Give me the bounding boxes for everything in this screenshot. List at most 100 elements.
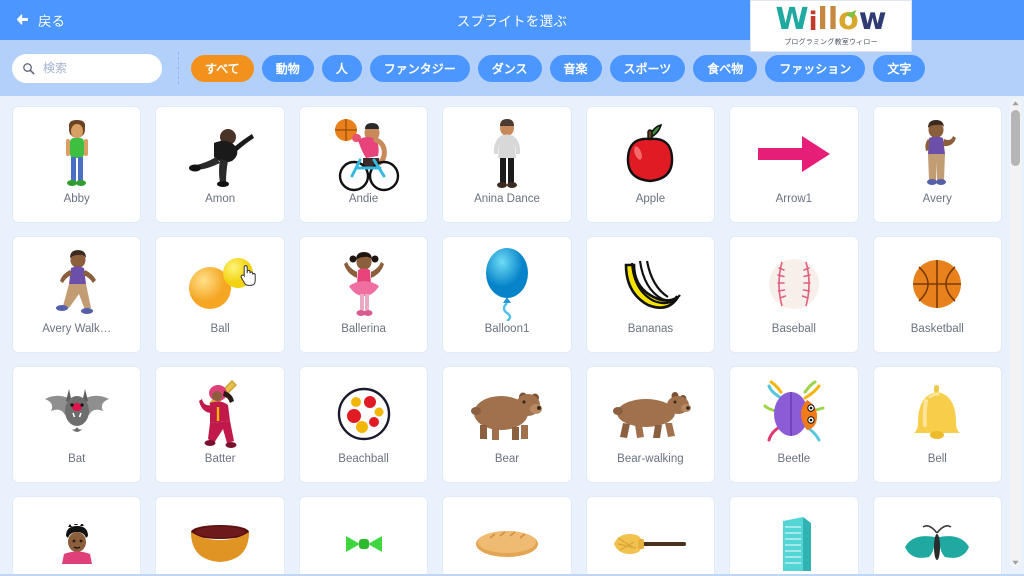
sprite-card[interactable] bbox=[442, 496, 572, 576]
sprite-name-label: Beetle bbox=[777, 453, 811, 465]
bowl-icon bbox=[156, 505, 283, 576]
sprite-card[interactable]: Bat bbox=[12, 366, 142, 483]
tab-8[interactable]: ファッション bbox=[765, 54, 866, 82]
logo-wordmark: Willow bbox=[775, 2, 887, 37]
bear-walking-icon bbox=[587, 375, 714, 453]
sprite-card[interactable]: Abby bbox=[12, 106, 142, 223]
girl-standing-icon bbox=[13, 115, 140, 193]
sprite-card[interactable]: Bear bbox=[442, 366, 572, 483]
sprite-card[interactable] bbox=[872, 496, 1002, 576]
sprite-card[interactable]: Anina Dance bbox=[442, 106, 572, 223]
back-button[interactable]: 戻る bbox=[14, 10, 65, 30]
beachball-icon bbox=[300, 375, 427, 453]
search-input[interactable] bbox=[43, 61, 152, 75]
man-dancing-icon bbox=[156, 115, 283, 193]
sprite-card[interactable]: Avery Walk… bbox=[12, 236, 142, 353]
tab-7[interactable]: 食べ物 bbox=[693, 54, 758, 82]
category-tabs: すべて 動物人ファンタジー ダンス 音楽 スポーツ 食べ物 ファッション 文字 bbox=[191, 54, 926, 82]
sprite-name-label: Batter bbox=[204, 453, 236, 465]
sprite-card[interactable]: Bear-walking bbox=[585, 366, 716, 483]
sprite-card[interactable]: Andie bbox=[298, 106, 429, 223]
tab-9[interactable]: 文字 bbox=[873, 54, 926, 82]
bananas-icon bbox=[587, 245, 714, 323]
filter-divider bbox=[178, 52, 179, 84]
tab-3[interactable]: ファンタジー bbox=[369, 54, 470, 82]
sprite-name-label: Ballerina bbox=[341, 323, 386, 335]
apple-icon bbox=[587, 115, 714, 193]
sprite-card[interactable] bbox=[12, 496, 142, 576]
sprite-name-label: Basketball bbox=[910, 323, 964, 335]
sprite-name-label: Ball bbox=[210, 323, 230, 335]
sprite-name-label: Andie bbox=[348, 193, 379, 205]
baseball-icon bbox=[730, 245, 857, 323]
search-box[interactable] bbox=[12, 53, 162, 83]
butterfly-icon bbox=[874, 505, 1001, 576]
bear-icon bbox=[443, 375, 570, 453]
scrollbar-thumb[interactable] bbox=[1011, 110, 1020, 166]
sprite-card[interactable]: Ballerina bbox=[298, 236, 429, 353]
sprite-name-label: Avery bbox=[922, 193, 952, 205]
tab-0[interactable]: すべて bbox=[191, 54, 254, 82]
scroll-up-arrow-icon[interactable] bbox=[1011, 99, 1020, 108]
logo-letter-l2: l bbox=[827, 2, 839, 37]
search-icon bbox=[23, 62, 35, 74]
logo-letter-w1: W bbox=[775, 2, 809, 37]
sprite-card[interactable]: Balloon1 bbox=[442, 236, 572, 353]
sprite-card[interactable]: Beetle bbox=[729, 366, 859, 483]
scroll-down-arrow-icon[interactable] bbox=[1011, 558, 1020, 567]
sprite-grid-scroll-area[interactable]: Abby Amon Andie Anina Dance Apple Arrow1 Avery… bbox=[0, 96, 1024, 576]
ball-icon bbox=[156, 245, 283, 323]
sprite-name-label: Baseball bbox=[771, 323, 816, 335]
bell-icon bbox=[874, 375, 1001, 453]
broom-icon bbox=[587, 505, 714, 576]
sprite-card[interactable]: Bell bbox=[872, 366, 1002, 483]
tab-6[interactable]: スポーツ bbox=[609, 54, 686, 82]
sprite-name-label: Abby bbox=[63, 193, 90, 205]
sprite-card[interactable]: Arrow1 bbox=[729, 106, 859, 223]
back-button-label: 戻る bbox=[38, 14, 65, 29]
sprite-card[interactable]: Bananas bbox=[585, 236, 716, 353]
person-standing-icon bbox=[874, 115, 1001, 193]
sprite-card[interactable] bbox=[298, 496, 429, 576]
logo-subtitle: プログラミング教室ウィロー bbox=[784, 39, 878, 46]
tab-2[interactable]: 人 bbox=[321, 54, 362, 82]
tab-5[interactable]: 音楽 bbox=[549, 54, 602, 82]
beetle-icon bbox=[730, 375, 857, 453]
sprite-name-label: Bear-walking bbox=[617, 453, 684, 465]
sprite-name-label: Bat bbox=[68, 453, 86, 465]
ballerina-icon bbox=[300, 245, 427, 323]
batter-icon bbox=[156, 375, 283, 453]
sprite-name-label: Bear bbox=[494, 453, 520, 465]
sprite-name-label: Apple bbox=[635, 193, 666, 205]
sprite-name-label: Bananas bbox=[627, 323, 674, 335]
bowtie-icon bbox=[300, 505, 427, 576]
person-dancing-icon bbox=[443, 115, 570, 193]
sprite-card[interactable]: Batter bbox=[155, 366, 285, 483]
sprite-card[interactable]: Basketball bbox=[872, 236, 1002, 353]
sprite-card[interactable]: Baseball bbox=[729, 236, 859, 353]
balloon-icon bbox=[443, 245, 570, 323]
sprite-card[interactable]: Amon bbox=[155, 106, 285, 223]
arrow-left-icon bbox=[16, 14, 28, 25]
basketball-icon bbox=[874, 245, 1001, 323]
willow-logo-overlay: Willow プログラミング教室ウィロー bbox=[750, 0, 912, 52]
sprite-name-label: Anina Dance bbox=[474, 193, 540, 205]
sprite-card[interactable] bbox=[729, 496, 859, 576]
sprite-name-label: Beachball bbox=[338, 453, 389, 465]
logo-letter-l1: l bbox=[817, 2, 828, 37]
sprite-card[interactable] bbox=[155, 496, 285, 576]
sprite-card[interactable]: Beachball bbox=[298, 366, 429, 483]
sprite-card[interactable]: Ball bbox=[155, 236, 285, 353]
bread-icon bbox=[443, 505, 570, 576]
sprite-card[interactable] bbox=[585, 496, 716, 576]
sprite-name-label: Arrow1 bbox=[775, 193, 813, 205]
wheelchair-basketball-icon bbox=[300, 115, 427, 193]
sprite-card[interactable]: Apple bbox=[585, 106, 716, 223]
person-head-icon bbox=[13, 505, 140, 576]
arrow-right-icon bbox=[730, 115, 857, 193]
sprite-card[interactable]: Avery bbox=[872, 106, 1002, 223]
logo-letter-w2: w bbox=[858, 2, 887, 37]
tab-1[interactable]: 動物 bbox=[261, 54, 314, 82]
tab-4[interactable]: ダンス bbox=[477, 54, 542, 82]
vertical-scrollbar[interactable] bbox=[1010, 98, 1021, 568]
